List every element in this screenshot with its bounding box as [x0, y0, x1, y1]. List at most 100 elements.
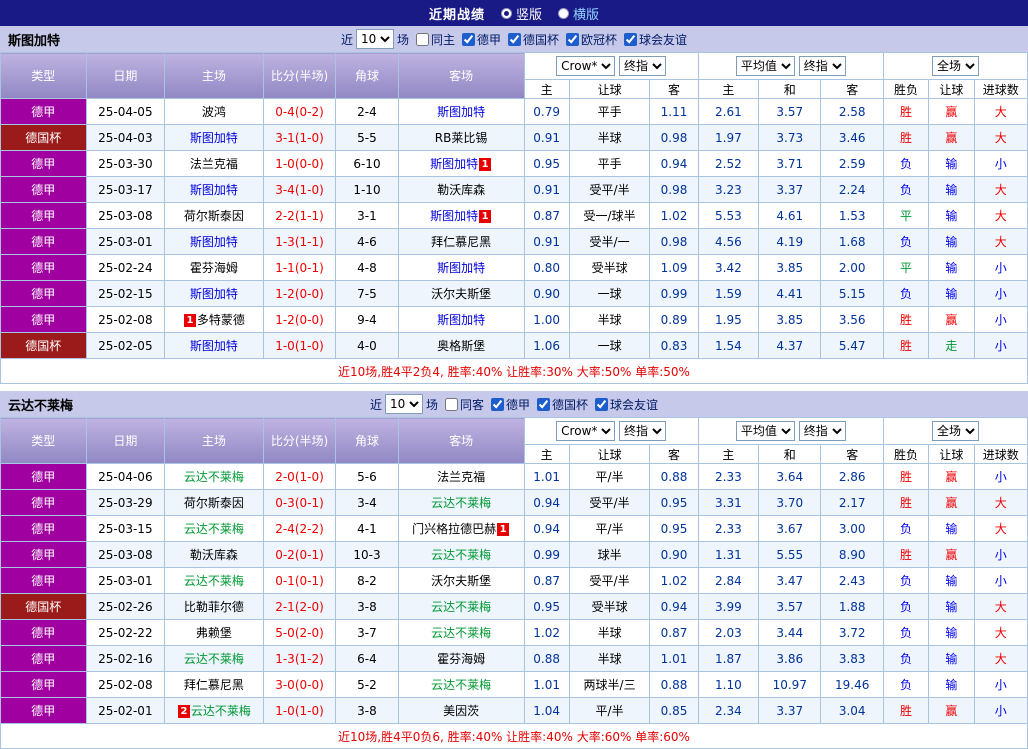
home-team-cell[interactable]: 斯图加特 [164, 124, 264, 151]
odds-source-select[interactable]: Crow* [556, 421, 616, 441]
card-badge: 1 [479, 210, 492, 223]
handicap-cell: 球半 [568, 541, 651, 568]
away-team-cell[interactable]: 沃尔夫斯堡 [397, 567, 525, 594]
away-team-cell[interactable]: RB莱比锡 [397, 124, 525, 151]
layout-radio-vertical[interactable]: 竖版 [500, 4, 542, 23]
home-team-name: 法兰克福 [189, 157, 238, 171]
away-team-cell[interactable]: 斯图加特 [397, 254, 525, 281]
home-team-cell[interactable]: 斯图加特 [164, 332, 264, 359]
odds-source-select[interactable]: 全场 [931, 56, 979, 76]
away-team-cell[interactable]: 斯图加特 1 [397, 150, 525, 177]
away-team-cell[interactable]: 霍芬海姆 [397, 645, 525, 672]
odds-source-select[interactable]: Crow* [556, 56, 616, 76]
filter-checkbox[interactable] [624, 32, 638, 46]
filter-check-0-2[interactable]: 德国杯 [504, 31, 559, 48]
corner-cell: 8-2 [335, 567, 399, 594]
odds-cell: 3.46 [820, 124, 884, 151]
filter-check-0-4[interactable]: 球会友谊 [620, 31, 687, 48]
odds-source-select[interactable]: 终指 [798, 56, 846, 76]
home-team-name: 斯图加特 [189, 235, 238, 249]
home-team-cell[interactable]: 荷尔斯泰因 [164, 489, 264, 516]
filter-check-0-0[interactable]: 同主 [412, 31, 455, 48]
away-team-cell[interactable]: 云达不莱梅 [397, 593, 525, 620]
radio-selected-icon[interactable] [500, 7, 512, 19]
odds-cell: 3.57 [758, 593, 822, 620]
odds-cell: 1.11 [649, 98, 699, 125]
home-team-cell[interactable]: 云达不莱梅 [164, 645, 264, 672]
odds-cell: 0.98 [649, 176, 699, 203]
away-team-cell[interactable]: 门兴格拉德巴赫 1 [397, 515, 525, 542]
filter-check-0-3[interactable]: 欧冠杯 [562, 31, 617, 48]
home-team-cell[interactable]: 弗赖堡 [164, 619, 264, 646]
home-team-cell[interactable]: 斯图加特 [164, 176, 264, 203]
filter-check-0-1[interactable]: 德甲 [458, 31, 501, 48]
odds-source-select[interactable]: 终指 [619, 56, 666, 76]
odds-source-select[interactable]: 终指 [798, 421, 846, 441]
filter-checkbox[interactable] [566, 32, 580, 46]
filter-checkbox[interactable] [537, 397, 551, 411]
odds-cell: 0.94 [649, 150, 699, 177]
filter-checkbox[interactable] [595, 397, 609, 411]
odds-source-select[interactable]: 平均值 [735, 421, 795, 441]
home-team-cell[interactable]: 比勒菲尔德 [164, 593, 264, 620]
odds-cell: 3.37 [758, 697, 822, 724]
sub-header: 客 [649, 79, 699, 99]
filter-check-1-0[interactable]: 同客 [441, 396, 484, 413]
away-team-cell[interactable]: 勒沃库森 [397, 176, 525, 203]
filter-check-1-3[interactable]: 球会友谊 [591, 396, 658, 413]
away-team-cell[interactable]: 斯图加特 [397, 98, 525, 125]
away-team-name: 霍芬海姆 [437, 652, 486, 666]
away-team-cell[interactable]: 沃尔夫斯堡 [397, 280, 525, 307]
filter-checkbox[interactable] [415, 32, 429, 46]
home-team-cell[interactable]: 霍芬海姆 [164, 254, 264, 281]
odds-cell: 1.87 [697, 645, 760, 672]
away-team-cell[interactable]: 云达不莱梅 [397, 489, 525, 516]
home-team-cell[interactable]: 法兰克福 [164, 150, 264, 177]
away-team-cell[interactable]: 美因茨 [397, 697, 525, 724]
filter-checkbox[interactable] [508, 32, 521, 46]
filter-checkbox[interactable] [461, 32, 475, 46]
away-team-cell[interactable]: 拜仁慕尼黑 [397, 228, 525, 255]
odds-cell: 0.91 [523, 228, 570, 255]
home-team-cell[interactable]: 云达不莱梅 [164, 567, 264, 594]
home-team-cell[interactable]: 云达不莱梅 [164, 463, 264, 490]
away-team-cell[interactable]: 斯图加特 [397, 306, 525, 333]
odds-source-select[interactable]: 平均值 [735, 56, 795, 76]
away-team-cell[interactable]: 云达不莱梅 [397, 541, 525, 568]
table-header-row: 类型 日期 主场 比分(半场) 角球 客场 Crow* 终指 平均值 终指 全场 [0, 52, 1028, 99]
filter-checkbox[interactable] [491, 397, 504, 411]
odds-cell: 0.85 [649, 697, 699, 724]
layout-radio-horizontal[interactable]: 横版 [558, 4, 599, 23]
league-cell: 德甲 [0, 150, 87, 177]
filter-checkbox[interactable] [444, 397, 458, 411]
filter-check-1-1[interactable]: 德甲 [487, 396, 530, 413]
home-team-cell[interactable]: 勒沃库森 [164, 541, 264, 568]
home-team-cell[interactable]: 拜仁慕尼黑 [164, 671, 264, 698]
away-team-cell[interactable]: 云达不莱梅 [397, 619, 525, 646]
match-count-select[interactable]: 10 [384, 394, 423, 414]
sub-header: 主 [523, 444, 570, 464]
away-team-cell[interactable]: 云达不莱梅 [397, 671, 525, 698]
match-row: 德甲 25-02-24 霍芬海姆 1-1(0-1) 4-8 斯图加特 0.80 受半球 1.09… [0, 254, 1028, 281]
home-team-cell[interactable]: 斯图加特 [164, 280, 264, 307]
odds-cell: 5.55 [758, 541, 822, 568]
away-team-cell[interactable]: 法兰克福 [397, 463, 525, 490]
home-team-cell[interactable]: 1 多特蒙德 [164, 306, 264, 333]
filter-check-1-2[interactable]: 德国杯 [533, 396, 588, 413]
home-team-cell[interactable]: 波鸿 [164, 98, 264, 125]
away-team-cell[interactable]: 奥格斯堡 [397, 332, 525, 359]
odds-source-select[interactable]: 终指 [619, 421, 666, 441]
filter-prefix: 近 [340, 32, 353, 47]
result-group: 全场 [882, 417, 1028, 445]
date-cell: 25-02-05 [85, 332, 166, 359]
odds-source-select[interactable]: 全场 [931, 421, 979, 441]
home-team-cell[interactable]: 斯图加特 [164, 228, 264, 255]
home-team-cell[interactable]: 荷尔斯泰因 [164, 202, 264, 229]
home-team-cell[interactable]: 云达不莱梅 [164, 515, 264, 542]
odds-cell: 0.99 [649, 280, 699, 307]
home-team-cell[interactable]: 2 云达不莱梅 [164, 697, 264, 724]
match-count-select[interactable]: 10 [355, 29, 394, 49]
match-row: 德国杯 25-02-26 比勒菲尔德 2-1(2-0) 3-8 云达不莱梅 0.95 受半球 0… [0, 593, 1028, 620]
away-team-cell[interactable]: 斯图加特 1 [397, 202, 525, 229]
radio-unselected-icon[interactable] [558, 7, 569, 19]
